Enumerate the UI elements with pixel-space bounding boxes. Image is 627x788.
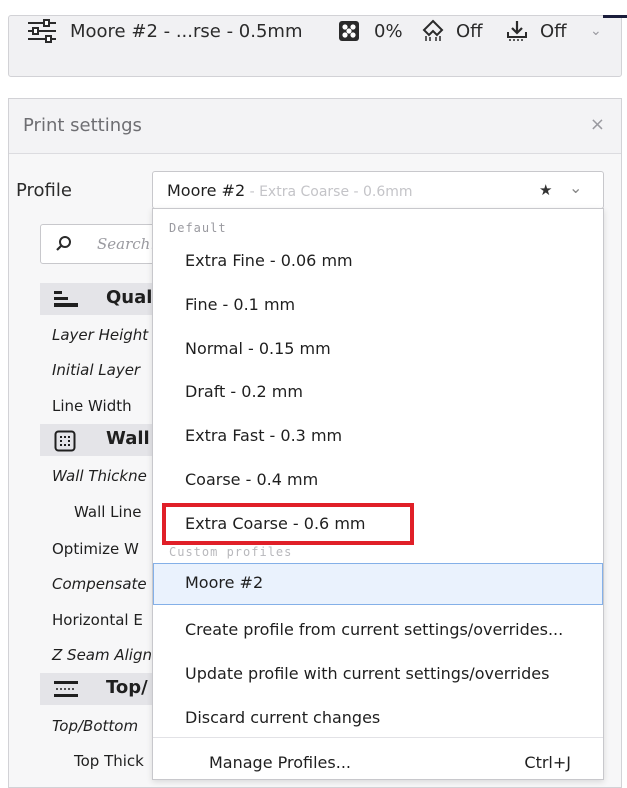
profile-dropdown-menu: Default Extra Fine - 0.06 mm Fine - 0.1 …	[152, 208, 604, 780]
top-bottom-icon	[54, 681, 78, 697]
printer-profile-label[interactable]: Moore #2 - ...rse - 0.5mm	[70, 0, 302, 62]
manage-profiles-menu-item[interactable]: Manage Profiles... Ctrl+J	[153, 743, 603, 783]
setting-line-width[interactable]: Line Width	[52, 397, 132, 415]
profile-option[interactable]: Draft - 0.2 mm	[153, 372, 603, 412]
setting-horizontal-expansion[interactable]: Horizontal E	[52, 611, 143, 629]
profile-option-label: Extra Fast - 0.3 mm	[185, 426, 343, 445]
setting-optimize-wall[interactable]: Optimize W	[52, 540, 139, 558]
search-icon	[56, 236, 71, 251]
menu-item-label: Create profile from current settings/ove…	[185, 620, 564, 639]
profile-option-label: Coarse - 0.4 mm	[185, 470, 319, 489]
menu-separator	[153, 737, 603, 738]
menu-item-label: Update profile with current settings/ove…	[185, 664, 550, 683]
toolbar-chevron-down-icon[interactable]: ⌄	[590, 0, 602, 62]
dropdown-header-default: Default	[169, 221, 227, 235]
profile-label: Profile	[16, 180, 72, 201]
category-label: Wall	[106, 428, 150, 449]
setting-z-seam-alignment[interactable]: Z Seam Align	[52, 646, 152, 664]
profile-option[interactable]: Coarse - 0.4 mm	[153, 460, 603, 500]
support-icon	[421, 0, 445, 62]
profile-select[interactable]: Moore #2 - Extra Coarse - 0.6mm ★ ⌄	[152, 171, 604, 209]
quality-icon	[54, 291, 78, 307]
support-value: Off	[456, 20, 483, 42]
setting-top-bottom[interactable]: Top/Bottom	[52, 717, 138, 735]
setting-layer-height[interactable]: Layer Height	[52, 326, 148, 344]
profile-option-label: Fine - 0.1 mm	[185, 295, 296, 314]
adhesion-value: Off	[540, 20, 567, 42]
star-icon[interactable]: ★	[539, 181, 552, 199]
panel-title: Print settings	[23, 115, 142, 136]
keyboard-shortcut: Ctrl+J	[524, 753, 571, 772]
infill-icon	[338, 0, 360, 62]
infill-value: 0%	[374, 20, 403, 42]
menu-item-label: Manage Profiles...	[209, 753, 351, 772]
category-label: Top/	[106, 677, 148, 698]
profile-option-custom-selected[interactable]: Moore #2	[153, 563, 603, 605]
discard-changes-menu-item[interactable]: Discard current changes	[153, 698, 603, 738]
profile-option[interactable]: Extra Fast - 0.3 mm	[153, 416, 603, 456]
setting-initial-layer[interactable]: Initial Layer	[52, 361, 140, 379]
walls-icon	[54, 430, 76, 452]
adhesion-icon	[505, 0, 529, 62]
profile-current-name: Moore #2	[167, 181, 246, 200]
setting-compensate[interactable]: Compensate	[52, 575, 147, 593]
profile-current-sub: - Extra Coarse - 0.6mm	[245, 184, 413, 200]
profile-option-label: Moore #2	[185, 573, 264, 592]
red-highlight-box	[162, 503, 414, 545]
profile-option[interactable]: Extra Fine - 0.06 mm	[153, 241, 603, 281]
settings-sliders-icon	[26, 0, 58, 62]
update-profile-menu-item[interactable]: Update profile with current settings/ove…	[153, 654, 603, 694]
window-accent-strip	[603, 15, 627, 18]
setting-wall-line[interactable]: Wall Line	[74, 503, 141, 521]
dropdown-header-custom: Custom profiles	[169, 545, 293, 559]
profile-option-label: Normal - 0.15 mm	[185, 339, 331, 358]
panel-header: Print settings ×	[9, 99, 621, 154]
profile-option-label: Extra Fine - 0.06 mm	[185, 251, 353, 270]
close-icon[interactable]: ×	[590, 114, 605, 135]
chevron-down-icon[interactable]: ⌄	[569, 178, 582, 197]
profile-option[interactable]: Fine - 0.1 mm	[153, 285, 603, 325]
profile-option-label: Draft - 0.2 mm	[185, 382, 303, 401]
setting-top-thickness[interactable]: Top Thick	[74, 752, 144, 770]
profile-option[interactable]: Normal - 0.15 mm	[153, 329, 603, 369]
category-label: Qual	[106, 287, 153, 308]
setting-wall-thickness[interactable]: Wall Thickne	[52, 467, 147, 485]
create-profile-menu-item[interactable]: Create profile from current settings/ove…	[153, 610, 603, 650]
menu-item-label: Discard current changes	[185, 708, 381, 727]
